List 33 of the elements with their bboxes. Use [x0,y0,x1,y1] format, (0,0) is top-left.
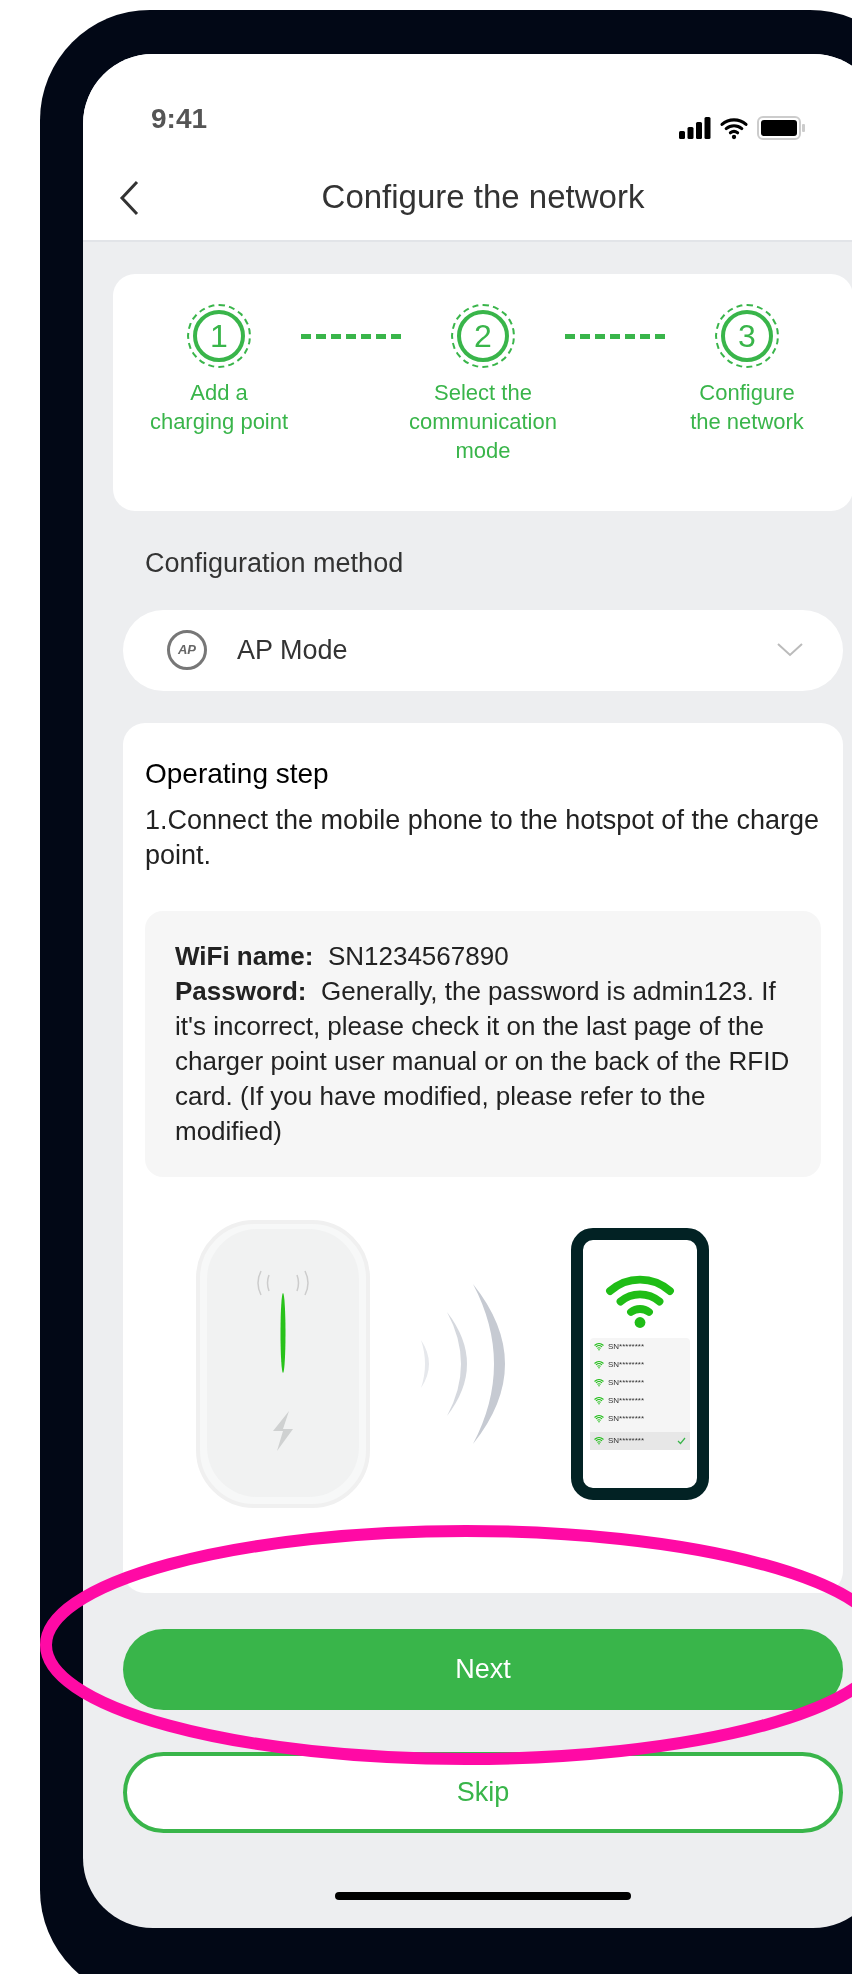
network-row[interactable]: SN******** [590,1355,690,1374]
step-label: Select the communication mode [409,379,557,465]
step-number: 3 [715,304,779,368]
chevron-down-icon [777,643,803,657]
network-row[interactable]: SN******** [590,1373,690,1392]
signal-icon [679,117,711,139]
instruction-text: 1.Connect the mobile phone to the hotspot of the charge point. [145,803,820,872]
mode-dropdown[interactable]: AP AP Mode [123,609,843,691]
step-label: Add a charging point [149,379,289,436]
network-row[interactable]: SN******** [590,1409,690,1428]
network-row[interactable]: SN******** [590,1337,690,1356]
wifi-icon [594,1396,604,1405]
wifi-icon [594,1436,604,1445]
card-title: Operating step [145,756,330,791]
wifi-icon [594,1414,604,1423]
wifi-icon [594,1360,604,1369]
info-text: Password: Generally, the password is admin123. If it's incorrect, please check it on the last page of the charger point user manual or on the back of the RFID card. (If you have modified, please refer to the modified) [175,974,791,1148]
network-row[interactable]: SN******** [590,1431,690,1450]
check-icon [677,1436,686,1445]
step-number: 2 [451,304,515,368]
wifi-icon [719,116,749,140]
page-title: Configure the network [321,177,645,218]
wifi-icon [594,1342,604,1351]
back-icon[interactable] [119,180,141,216]
status-time: 9:41 [151,102,208,136]
step-label: Configure the network [690,379,804,436]
info-text: WiFi name: SN1234567890 [175,939,510,973]
battery-icon [757,116,805,140]
wifi-icon [594,1378,604,1387]
ap-icon: AP [167,630,207,670]
section-label: Configuration method [145,547,405,580]
network-row[interactable]: SN******** [590,1391,690,1410]
step-number: 1 [187,304,251,368]
